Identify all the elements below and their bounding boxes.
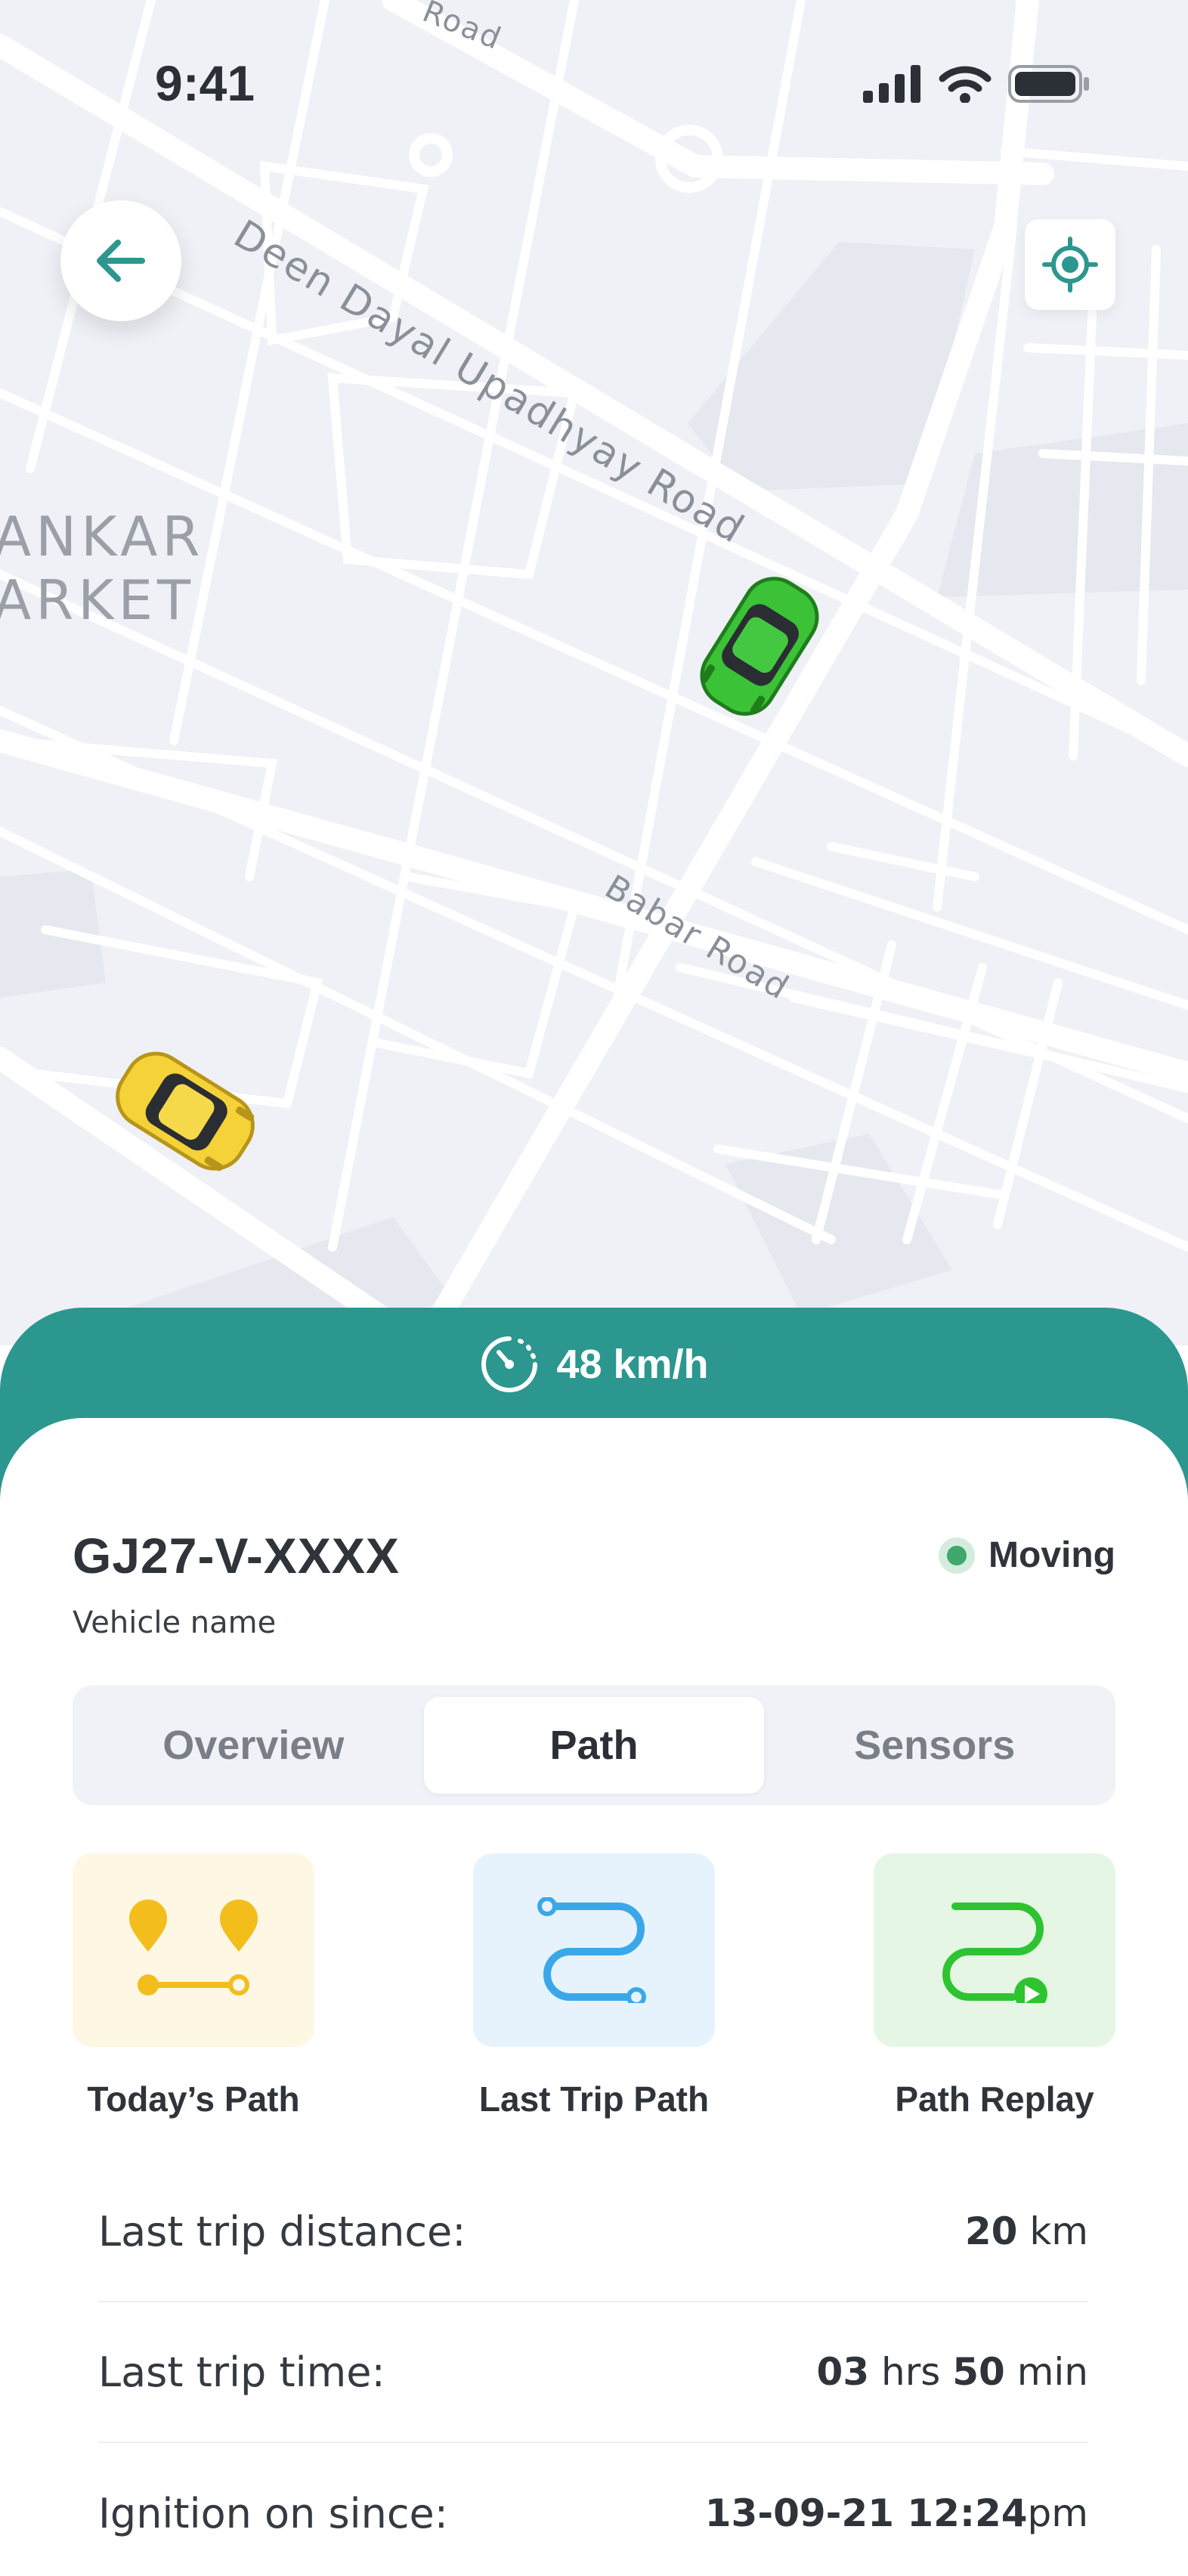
trip-info-value: 20 km [965, 2209, 1088, 2253]
path-replay-tile[interactable] [874, 1853, 1115, 2047]
path-replay-label: Path Replay [895, 2079, 1094, 2119]
vehicle-status-text: Moving [988, 1535, 1115, 1575]
wifi-icon [939, 66, 992, 103]
curvy-route-icon [537, 1897, 646, 2003]
speedometer-icon [481, 1336, 538, 1392]
tab-sensors[interactable]: Sensors [764, 1697, 1105, 1794]
trip-info-list: Last trip distance: 20 km Last trip time… [98, 2162, 1088, 2576]
speed-value: 48 km/h [556, 1342, 709, 1387]
route-play-icon [942, 1903, 1047, 2003]
cellular-signal-icon [863, 65, 920, 103]
todays-path-label: Today’s Path [87, 2079, 300, 2119]
vehicle-status-badge: Moving [939, 1534, 1115, 1576]
status-dot-icon [939, 1537, 976, 1574]
trip-info-label: Last trip distance: [98, 2207, 466, 2256]
trip-info-value: 03 hrs 50 min [817, 2350, 1088, 2394]
tab-path[interactable]: Path [423, 1697, 765, 1794]
trip-info-value-part: 13-09-21 12:24 [704, 2491, 1028, 2535]
trip-info-row: Last trip time: 03 hrs 50 min [98, 2302, 1088, 2443]
trip-info-value-part: 50 [952, 2350, 1005, 2394]
speed-indicator: 48 km/h [0, 1330, 1188, 1398]
trip-info-value-part: km [1017, 2209, 1088, 2253]
back-button[interactable] [60, 200, 181, 321]
crosshair-locate-icon [1042, 237, 1098, 293]
trip-info-value: 13-09-21 12:24pm [705, 2491, 1088, 2535]
trip-info-value-part: 20 [964, 2209, 1018, 2253]
arrow-left-icon [97, 240, 145, 282]
trip-info-value-part: hrs [869, 2350, 953, 2394]
map-view[interactable]: Road Deen Dayal Upadhyay Road Babar Road… [0, 0, 1188, 1345]
area-label-line: ARKET [0, 568, 195, 632]
trip-info-value-part: 03 [816, 2350, 870, 2394]
trip-info-label: Ignition on since: [98, 2489, 448, 2537]
status-icons [863, 65, 1090, 103]
pin-route-icon [129, 1899, 258, 1995]
trip-info-row: Ignition on since: 13-09-21 12:24pm [98, 2443, 1088, 2576]
path-replay-button[interactable]: Path Replay [874, 1853, 1115, 2119]
trip-info-row: Last trip distance: 20 km [98, 2162, 1088, 2302]
vehicle-name: Vehicle name [73, 1605, 277, 1640]
area-label: ANKAR ARKET [0, 505, 204, 632]
todays-path-button[interactable]: Today’s Path [73, 1853, 314, 2119]
trip-info-value-part: pm [1027, 2491, 1088, 2535]
trip-info-value-part: min [1004, 2350, 1088, 2394]
todays-path-tile[interactable] [73, 1853, 314, 2047]
status-time: 9:41 [155, 55, 255, 111]
locate-me-button[interactable] [1025, 219, 1115, 310]
path-actions: Today’s Path Last Trip Path Path Replay [73, 1853, 1115, 2119]
last-trip-path-label: Last Trip Path [478, 2079, 710, 2119]
last-trip-path-tile[interactable] [473, 1853, 715, 2047]
area-label-line: ANKAR [0, 505, 205, 568]
vehicle-plate: GJ27-V-XXXX [73, 1528, 400, 1584]
detail-tabs: Overview Path Sensors [73, 1686, 1115, 1805]
tab-overview[interactable]: Overview [83, 1697, 424, 1794]
last-trip-path-button[interactable]: Last Trip Path [473, 1853, 715, 2119]
trip-info-label: Last trip time: [98, 2348, 385, 2396]
battery-icon [1008, 65, 1089, 103]
